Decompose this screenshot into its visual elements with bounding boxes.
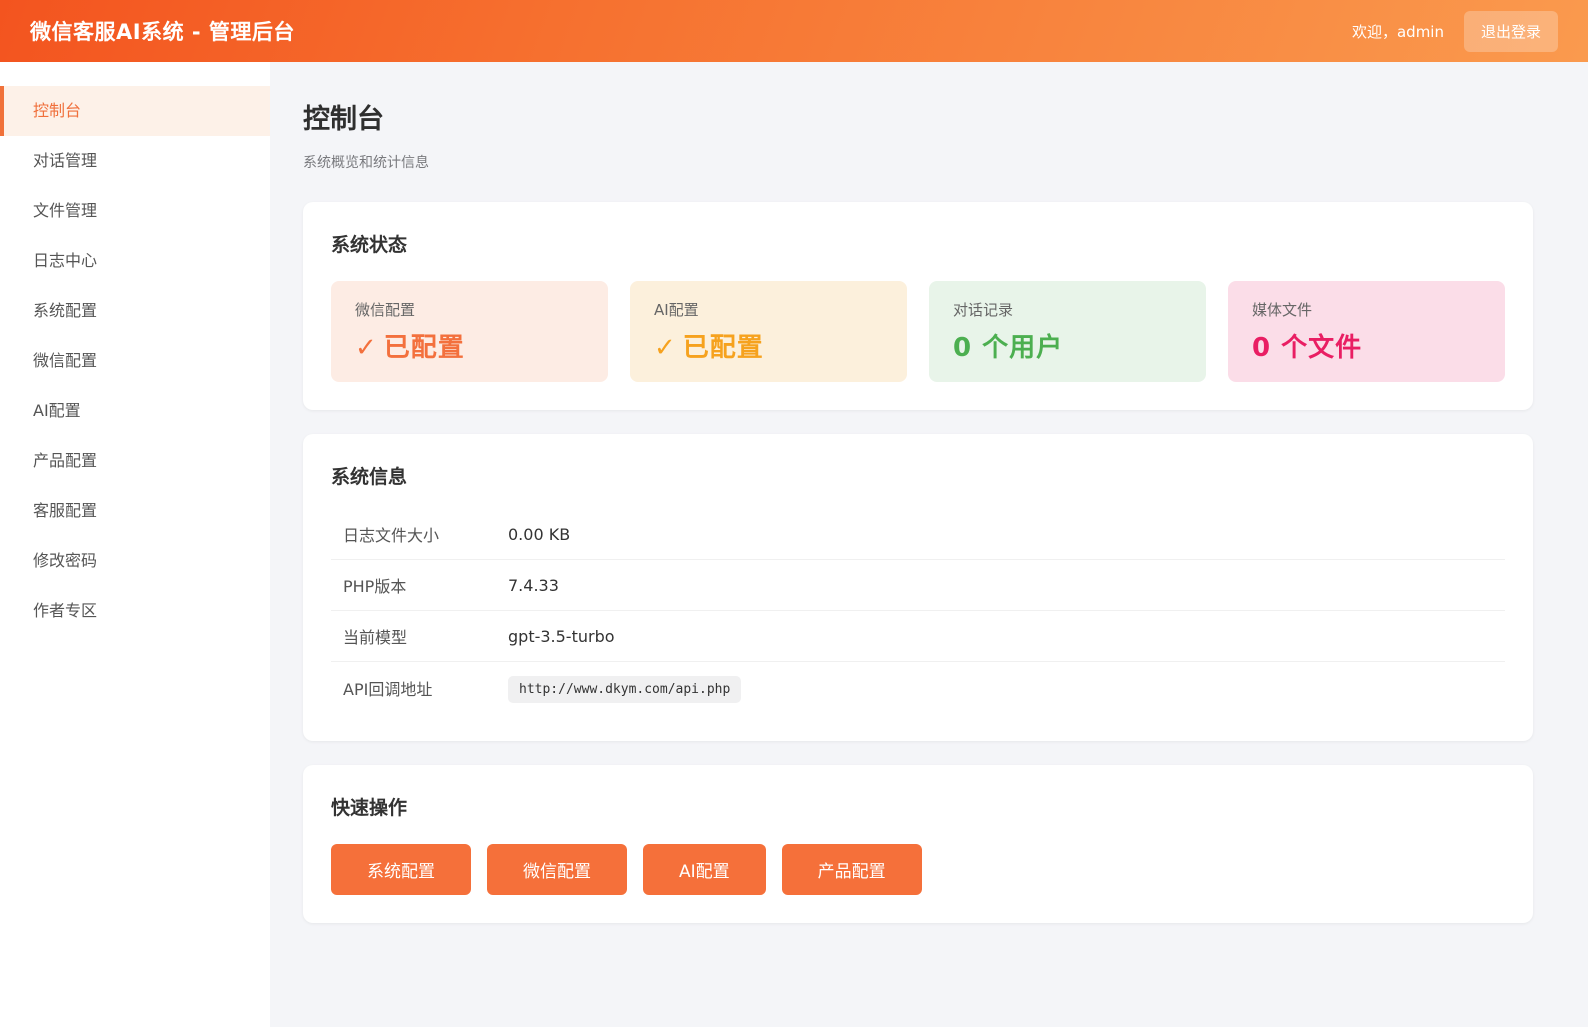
ai-config-button[interactable]: AI配置	[643, 844, 766, 895]
stat-media-files: 媒体文件 0 个文件	[1228, 281, 1505, 382]
actions-row: 系统配置 微信配置 AI配置 产品配置	[331, 844, 1505, 895]
sidebar-item-ai-config[interactable]: AI配置	[0, 386, 270, 436]
stat-value: ✓已配置	[355, 327, 584, 364]
logout-button[interactable]: 退出登录	[1464, 11, 1558, 52]
stat-label: 对话记录	[953, 299, 1182, 320]
page-title: 控制台	[303, 97, 1533, 136]
product-config-button[interactable]: 产品配置	[782, 844, 922, 895]
header-right: 欢迎，admin 退出登录	[1352, 11, 1558, 52]
info-row-current-model: 当前模型 gpt-3.5-turbo	[331, 611, 1505, 662]
info-row-php-version: PHP版本 7.4.33	[331, 560, 1505, 611]
sidebar-item-change-password[interactable]: 修改密码	[0, 536, 270, 586]
page-subtitle: 系统概览和统计信息	[303, 152, 1533, 172]
info-label: API回调地址	[343, 676, 508, 700]
sidebar: 控制台 对话管理 文件管理 日志中心 系统配置 微信配置 AI配置 产品配置 客…	[0, 62, 270, 1027]
top-header: 微信客服AI系统 - 管理后台 欢迎，admin 退出登录	[0, 0, 1588, 62]
stat-wechat-config: 微信配置 ✓已配置	[331, 281, 608, 382]
sidebar-item-product-config[interactable]: 产品配置	[0, 436, 270, 486]
system-status-title: 系统状态	[331, 230, 1505, 257]
sidebar-item-conversations[interactable]: 对话管理	[0, 136, 270, 186]
system-info-title: 系统信息	[331, 462, 1505, 489]
info-value: gpt-3.5-turbo	[508, 627, 615, 646]
info-label: 当前模型	[343, 624, 508, 648]
main-content: 控制台 系统概览和统计信息 系统状态 微信配置 ✓已配置 AI配置 ✓已配置 对…	[270, 62, 1588, 987]
info-label: PHP版本	[343, 573, 508, 597]
stat-value-text: 已配置	[384, 333, 465, 363]
system-config-button[interactable]: 系统配置	[331, 844, 471, 895]
api-callback-url: http://www.dkym.com/api.php	[508, 676, 741, 703]
info-value: 0.00 KB	[508, 525, 570, 544]
sidebar-item-wechat-config[interactable]: 微信配置	[0, 336, 270, 386]
sidebar-item-system-config[interactable]: 系统配置	[0, 286, 270, 336]
stat-value: 0 个文件	[1252, 327, 1481, 364]
stat-label: AI配置	[654, 299, 883, 320]
stat-label: 微信配置	[355, 299, 584, 320]
stat-value: 0 个用户	[953, 327, 1182, 364]
system-info-table: 日志文件大小 0.00 KB PHP版本 7.4.33 当前模型 gpt-3.5…	[331, 509, 1505, 713]
sidebar-item-console[interactable]: 控制台	[0, 86, 270, 136]
sidebar-item-service-config[interactable]: 客服配置	[0, 486, 270, 536]
stat-value: ✓已配置	[654, 327, 883, 364]
info-label: 日志文件大小	[343, 522, 508, 546]
stat-label: 媒体文件	[1252, 299, 1481, 320]
wechat-config-button[interactable]: 微信配置	[487, 844, 627, 895]
info-row-log-size: 日志文件大小 0.00 KB	[331, 509, 1505, 560]
check-icon: ✓	[654, 333, 677, 363]
stat-ai-config: AI配置 ✓已配置	[630, 281, 907, 382]
welcome-text: 欢迎，admin	[1352, 21, 1444, 42]
system-status-card: 系统状态 微信配置 ✓已配置 AI配置 ✓已配置 对话记录 0 个用户 媒体文件…	[303, 202, 1533, 410]
stat-chat-records: 对话记录 0 个用户	[929, 281, 1206, 382]
info-row-api-callback: API回调地址 http://www.dkym.com/api.php	[331, 662, 1505, 713]
sidebar-item-author-zone[interactable]: 作者专区	[0, 586, 270, 636]
check-icon: ✓	[355, 333, 378, 363]
sidebar-item-logs[interactable]: 日志中心	[0, 236, 270, 286]
stat-value-text: 已配置	[683, 333, 764, 363]
system-info-card: 系统信息 日志文件大小 0.00 KB PHP版本 7.4.33 当前模型 gp…	[303, 434, 1533, 741]
stats-row: 微信配置 ✓已配置 AI配置 ✓已配置 对话记录 0 个用户 媒体文件 0 个文…	[331, 281, 1505, 382]
sidebar-item-files[interactable]: 文件管理	[0, 186, 270, 236]
quick-actions-title: 快速操作	[331, 793, 1505, 820]
info-value: 7.4.33	[508, 576, 559, 595]
app-title: 微信客服AI系统 - 管理后台	[30, 16, 295, 46]
quick-actions-card: 快速操作 系统配置 微信配置 AI配置 产品配置	[303, 765, 1533, 923]
